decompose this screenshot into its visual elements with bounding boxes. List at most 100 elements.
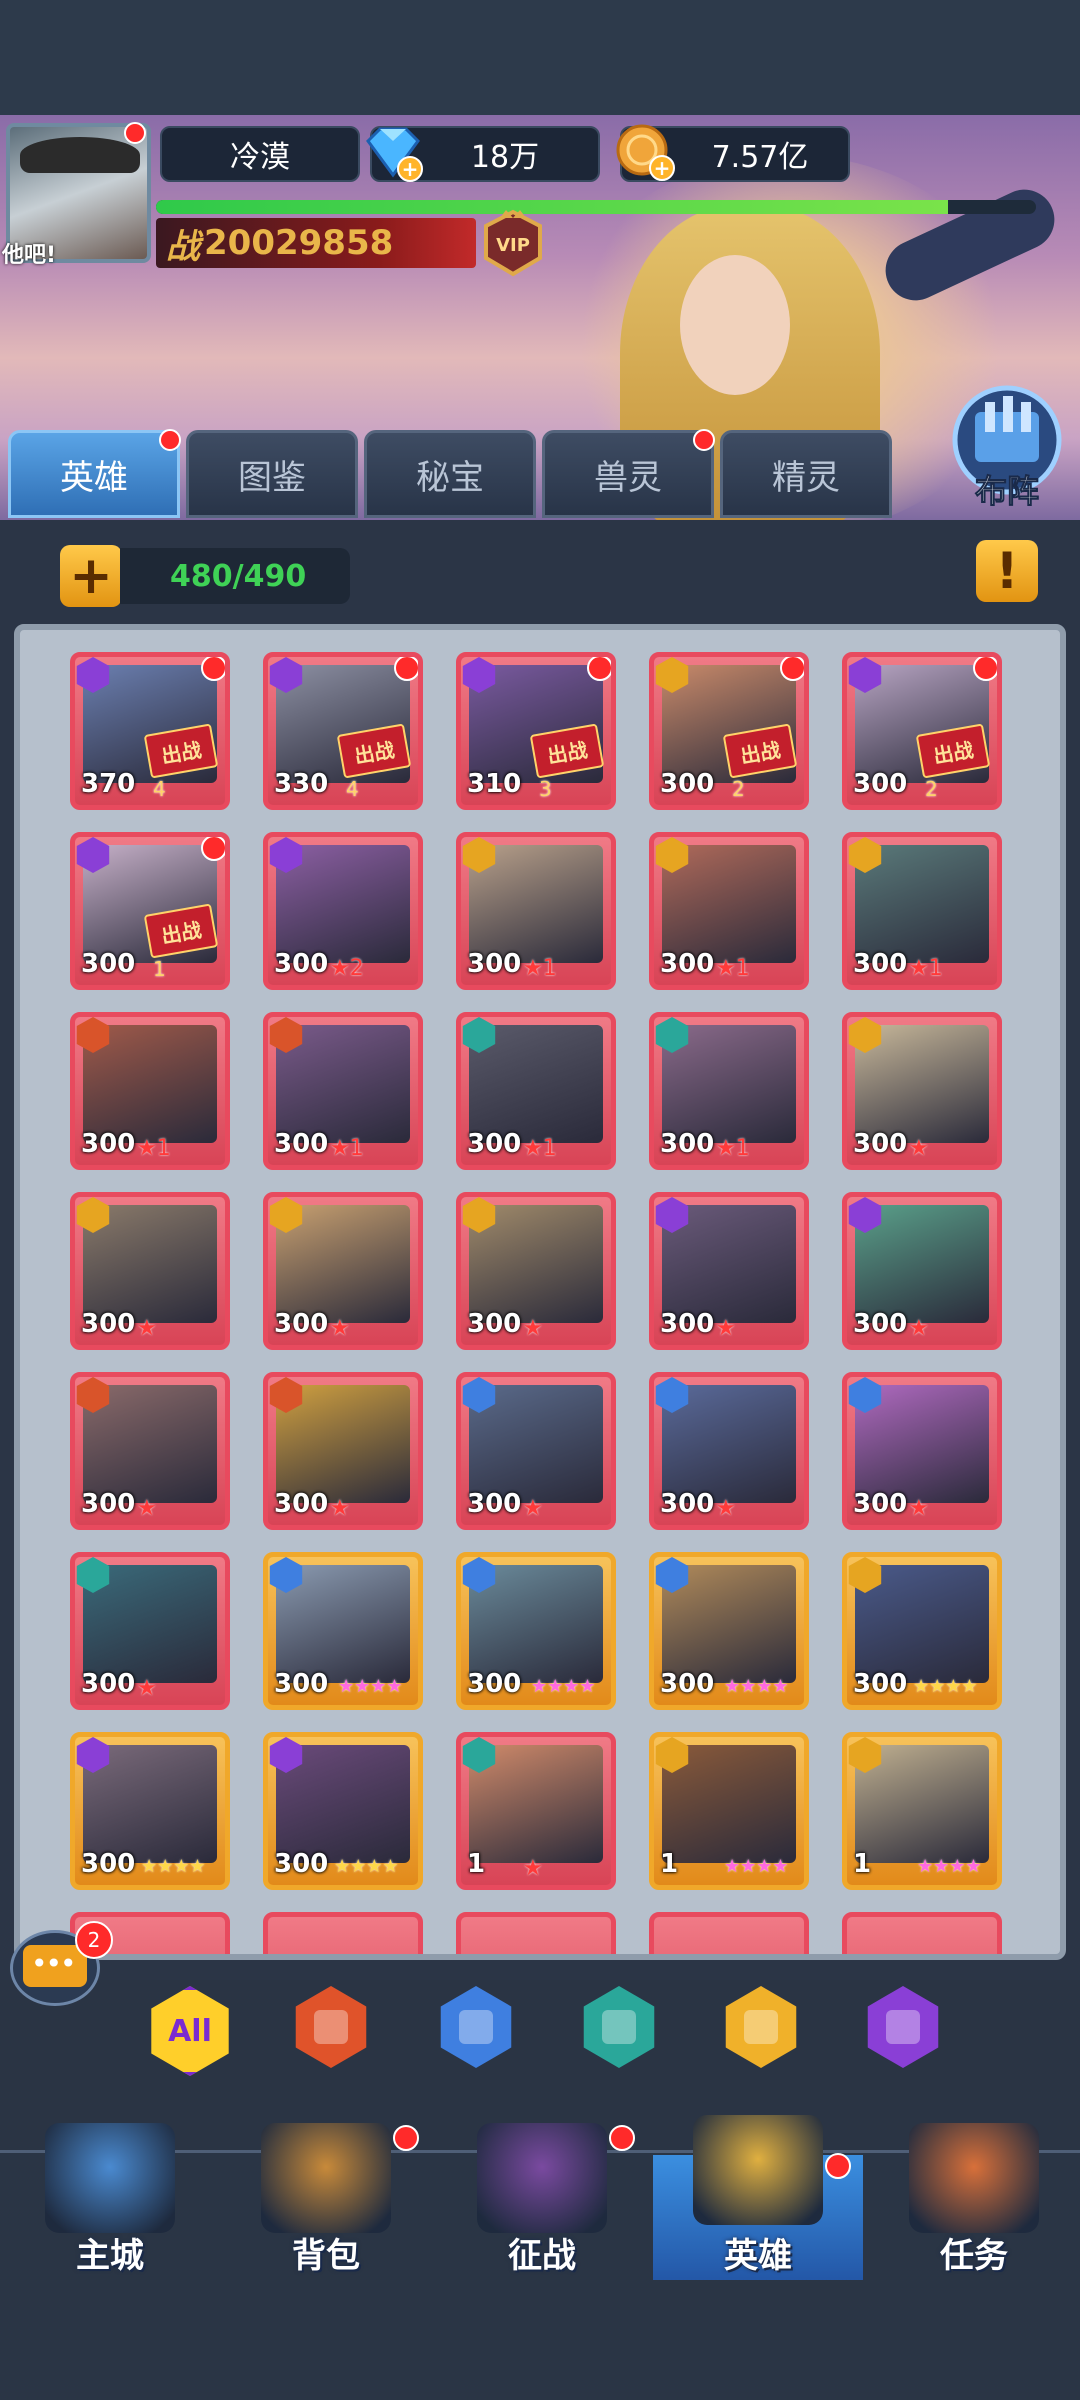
hero-card[interactable]: ★★★★ 300	[263, 1552, 423, 1710]
nav-helmet[interactable]: 英雄	[653, 2115, 863, 2283]
hero-card-partial[interactable]	[456, 1912, 616, 1954]
combat-power: 战 20029858	[156, 218, 476, 268]
tab-4[interactable]: 精灵	[720, 430, 892, 518]
gem-add-icon[interactable]: +	[360, 123, 426, 183]
avatar-notification-dot	[124, 122, 146, 144]
tab-notification-dot	[159, 429, 181, 451]
chat-badge: 2	[75, 1921, 113, 1959]
deployed-slot-number: 1	[153, 957, 166, 981]
hero-card[interactable]: ★ 1	[456, 1732, 616, 1890]
hero-card[interactable]: ★1 300	[649, 832, 809, 990]
filter-fire-faction-icon[interactable]	[295, 1986, 367, 2068]
hero-card[interactable]: ★ 300	[842, 1012, 1002, 1170]
nav-notification-dot	[609, 2125, 635, 2151]
hero-card[interactable]: ★★★★ 1	[649, 1732, 809, 1890]
hero-card[interactable]: ★ 300	[70, 1372, 230, 1530]
hero-level: 330	[274, 769, 329, 799]
hero-card[interactable]: ★2 300	[263, 832, 423, 990]
hero-card[interactable]: ★1 300	[70, 1012, 230, 1170]
hero-card-partial[interactable]	[263, 1912, 423, 1954]
hero-card[interactable]: ★1 300	[456, 1012, 616, 1170]
nav-chest[interactable]: 背包	[221, 2123, 431, 2283]
deployed-slot-number: 3	[539, 777, 552, 801]
nav-label: 英雄	[724, 2236, 792, 2276]
faction-filters: All	[0, 1980, 1080, 2080]
hero-card[interactable]: ★★★★ 300	[70, 1732, 230, 1890]
experience-fill	[156, 200, 948, 214]
hero-grid: 出战 4 370 出战 4 330 出战 3 310 出战 2 300 出战 2 300 出战 1 300 ★2 30…	[14, 624, 1066, 1960]
hero-card[interactable]: 出战 2 300	[649, 652, 809, 810]
tab-0[interactable]: 英雄	[8, 429, 181, 518]
tab-2[interactable]: 秘宝	[364, 430, 536, 518]
star-rating: ★	[330, 1496, 350, 1521]
power-prefix: 战	[166, 226, 200, 267]
hero-card[interactable]: ★ 300	[70, 1552, 230, 1710]
tab-3[interactable]: 兽灵	[542, 429, 715, 518]
filter-demon-faction-icon[interactable]	[867, 1986, 939, 2068]
hero-card[interactable]: ★★★★ 300	[842, 1552, 1002, 1710]
star-rating: ★★★★	[334, 1856, 399, 1877]
nav-scroll[interactable]: 任务	[869, 2123, 1079, 2283]
tab-notification-dot	[693, 429, 715, 451]
svg-text:+: +	[402, 157, 419, 181]
hero-card[interactable]: ★1 300	[649, 1012, 809, 1170]
hero-card[interactable]: 出战 1 300	[70, 832, 230, 990]
hero-card[interactable]: ★1 300	[842, 832, 1002, 990]
hero-level: 300	[660, 1129, 715, 1159]
hero-level: 300	[274, 1669, 329, 1699]
star-rating: ★1	[523, 1136, 557, 1161]
hero-level: 300	[81, 1309, 136, 1339]
nav-castle[interactable]: 主城	[5, 2123, 215, 2283]
filter-wing-faction-icon[interactable]	[725, 1986, 797, 2068]
hero-card[interactable]: 出战 3 310	[456, 652, 616, 810]
hero-card[interactable]: ★ 300	[649, 1192, 809, 1350]
info-button[interactable]: !	[976, 540, 1038, 602]
hero-card[interactable]: 出战 2 300	[842, 652, 1002, 810]
helmet-icon	[693, 2115, 823, 2225]
player-name: 冷漠	[160, 126, 360, 182]
gold-add-icon[interactable]: +	[612, 122, 678, 184]
hero-level: 1	[467, 1849, 486, 1879]
hero-level: 300	[81, 1849, 136, 1879]
star-rating: ★	[523, 1856, 543, 1881]
hero-card[interactable]: ★ 300	[456, 1372, 616, 1530]
hero-card[interactable]: ★1 300	[456, 832, 616, 990]
nav-portal[interactable]: 征战	[437, 2123, 647, 2283]
tab-label: 图鉴	[238, 457, 306, 498]
filter-all-button[interactable]: All	[151, 1986, 229, 2076]
hero-card[interactable]: ★ 300	[263, 1372, 423, 1530]
hero-card[interactable]: ★ 300	[456, 1192, 616, 1350]
hero-card[interactable]: ★ 300	[263, 1192, 423, 1350]
star-rating: ★	[137, 1496, 157, 1521]
hero-card[interactable]: ★ 300	[649, 1372, 809, 1530]
hero-card[interactable]: ★ 300	[70, 1192, 230, 1350]
hero-card[interactable]: ★ 300	[842, 1372, 1002, 1530]
hero-level: 300	[274, 1849, 329, 1879]
hero-card-partial[interactable]	[842, 1912, 1002, 1954]
star-rating: ★★★★	[141, 1856, 206, 1877]
footer-bar	[0, 2280, 1080, 2400]
hero-card-partial[interactable]	[649, 1912, 809, 1954]
filter-skull-faction-icon[interactable]	[583, 1986, 655, 2068]
nav-label: 主城	[76, 2236, 144, 2276]
light-faction-icon	[459, 2010, 493, 2044]
expand-roster-button[interactable]: +	[60, 545, 122, 607]
formation-button[interactable]: 布阵	[945, 380, 1070, 515]
hero-card[interactable]: ★★★★ 300	[263, 1732, 423, 1890]
player-avatar[interactable]: 他吧!	[2, 123, 151, 268]
hero-card[interactable]: ★ 300	[842, 1192, 1002, 1350]
filter-light-faction-icon[interactable]	[440, 1986, 512, 2068]
hero-card[interactable]: ★★★★ 300	[456, 1552, 616, 1710]
hero-card[interactable]: 出战 4 370	[70, 652, 230, 810]
hero-card[interactable]: ★★★★ 300	[649, 1552, 809, 1710]
status-bar-area	[0, 0, 1080, 115]
deployed-slot-number: 4	[153, 777, 166, 801]
hero-card[interactable]: 出战 4 330	[263, 652, 423, 810]
tab-1[interactable]: 图鉴	[186, 430, 358, 518]
star-rating: ★	[909, 1316, 929, 1341]
vip-badge-icon[interactable]: VIP	[478, 208, 548, 278]
hero-card[interactable]: ★1 300	[263, 1012, 423, 1170]
star-rating: ★★★★	[338, 1676, 403, 1697]
hero-card[interactable]: ★★★★ 1	[842, 1732, 1002, 1890]
star-rating: ★	[137, 1676, 157, 1701]
